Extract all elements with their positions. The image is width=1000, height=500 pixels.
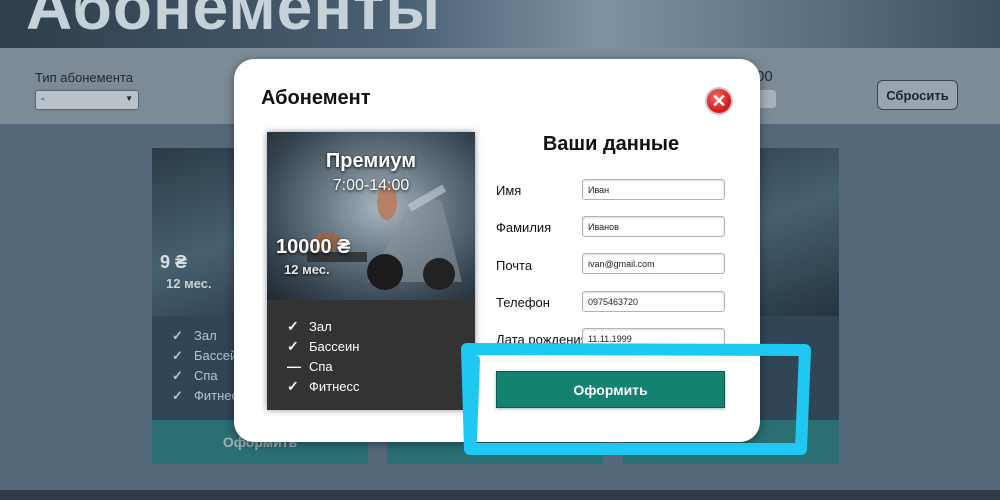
check-icon: ✓ [172, 388, 183, 403]
first-name-field[interactable] [582, 179, 725, 200]
feature-label: Бассеин [309, 338, 360, 354]
selected-plan-card: Премиум 7:00-14:00 10000 ₴ 12 мес. ✓ Зал … [267, 132, 475, 410]
feature-label: Спа [309, 358, 333, 374]
check-icon: ✓ [172, 368, 183, 383]
feature-item: ✓ Фитнесс [287, 376, 360, 396]
feature-label: Зал [309, 318, 332, 334]
type-filter-label: Тип абонемента [35, 70, 133, 85]
type-filter-value: - [41, 93, 45, 105]
hero-banner: Абонементы [0, 0, 1000, 48]
plan-period: 12 мес. [284, 262, 330, 277]
check-icon: ✓ [172, 348, 183, 363]
plan-price: 10000 ₴ [276, 236, 351, 258]
check-icon: ✓ [287, 317, 299, 334]
first-name-label: Имя [496, 183, 522, 198]
page-title: Абонементы [26, 0, 441, 43]
phone-field[interactable] [582, 291, 725, 312]
type-filter-select[interactable]: - ▼ [35, 90, 139, 110]
footer [0, 490, 1000, 500]
modal-title: Абонемент [261, 87, 371, 109]
check-icon: ✓ [172, 328, 183, 343]
birth-date-field[interactable] [582, 328, 725, 349]
feature-label: Фитнесс [309, 378, 360, 394]
plan-features: ✓ Зал ✓ Бассеин — Спа ✓ Фитнесс [287, 316, 360, 396]
feature-item: — Спа [287, 356, 360, 376]
dash-icon: — [287, 358, 301, 374]
plan-card-period: 12 мес. [166, 276, 212, 291]
last-name-field[interactable] [582, 216, 725, 237]
email-label: Почта [496, 258, 533, 273]
check-icon: ✓ [287, 377, 299, 394]
feature-item: ✓ Зал [287, 316, 360, 336]
submit-button[interactable]: Оформить [496, 371, 725, 408]
subscription-modal: Абонемент ✕ Премиум 7:00-14:00 10000 ₴ 1… [234, 59, 760, 442]
close-icon[interactable]: ✕ [705, 87, 733, 115]
chevron-down-icon: ▼ [125, 94, 133, 103]
feature-item: ✓ Бассеин [287, 336, 360, 356]
form-title: Ваши данные [542, 133, 680, 155]
plan-name: Премиум [325, 150, 417, 172]
last-name-label: Фамилия [496, 220, 552, 235]
plan-hours: 7:00-14:00 [332, 177, 410, 194]
plan-card-price: 9 ₴ [160, 252, 188, 272]
reset-button[interactable]: Сбросить [877, 80, 958, 110]
email-field[interactable] [582, 253, 725, 274]
check-icon: ✓ [287, 337, 299, 354]
birth-date-label: Дата рождения [496, 332, 588, 347]
plan-image: Премиум 7:00-14:00 10000 ₴ 12 мес. [267, 132, 475, 300]
phone-label: Телефон [496, 295, 550, 310]
